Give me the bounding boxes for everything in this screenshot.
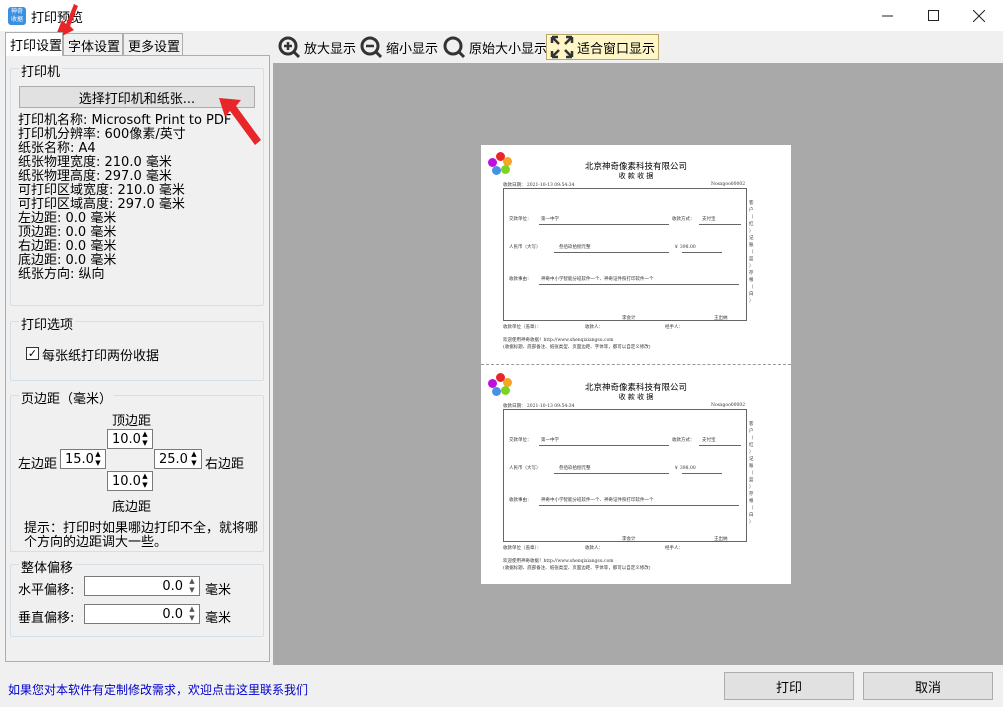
receipt-footer: 欢迎使用神奇收据！http://www.shenqixiangsu.com xyxy=(503,559,614,564)
right-margin-spinner[interactable]: 25.0 ▲ ▼ xyxy=(154,449,202,469)
paper-width: 纸张物理宽度: 210.0 毫米 xyxy=(18,155,172,170)
fit-window-button[interactable]: 适合窗口显示 xyxy=(546,34,660,60)
right-margin-label: 右边距 xyxy=(205,457,245,472)
receipt-body: 交款单位： 第一中学 收款方式： 支付宝 人民币（大写） 叁佰玖拾捌元整 ￥ 3… xyxy=(503,188,747,321)
custom-contact-link[interactable]: 如果您对本软件有定制修改需求，欢迎点击这里联系我们 xyxy=(8,681,308,698)
maximize-button[interactable] xyxy=(910,0,956,31)
cut-line xyxy=(481,364,791,365)
actual-size-button[interactable]: 原始大小显示 xyxy=(442,34,547,60)
right-margin-info: 右边距: 0.0 毫米 xyxy=(18,239,117,254)
receipt-number: Nosxgoo00002 xyxy=(711,403,746,408)
receipt-footer: 欢迎使用神奇收据！http://www.shenqixiangsu.com xyxy=(503,338,614,343)
horizontal-offset-input[interactable]: 0.0 ▲ ▼ xyxy=(84,576,200,596)
magnifier-icon xyxy=(443,36,466,59)
top-margin-spinner[interactable]: 10.0 ▲ ▼ xyxy=(107,429,153,449)
margin-hint-line2: 个方向的边距调大一些。 xyxy=(24,535,168,550)
printer-group-title: 打印机 xyxy=(19,61,63,80)
tab-print-settings[interactable]: 打印设置 xyxy=(5,32,63,56)
receipt-footer-note: (收据标题、底部备注、纸张类型、页面边距、字体等，都可以自定义修改) xyxy=(503,345,651,350)
zoom-in-icon xyxy=(278,36,301,59)
spinner-arrows-icon[interactable]: ▲ ▼ xyxy=(187,605,197,623)
minimize-button[interactable] xyxy=(864,0,910,31)
spinner-arrows-icon[interactable]: ▲ ▼ xyxy=(187,577,197,595)
close-button[interactable] xyxy=(956,0,1002,31)
spinner-arrows-icon[interactable]: ▲ ▼ xyxy=(140,430,150,448)
spinner-arrows-icon[interactable]: ▲ ▼ xyxy=(189,450,199,468)
bottom-margin-label: 底边距 xyxy=(112,500,152,515)
offset-title: 整体偏移 xyxy=(19,557,76,576)
paper-name: 纸张名称: A4 xyxy=(18,141,96,156)
print-preview-area[interactable]: 北京神奇像素科技有限公司 收 款 收 据 收款日期： 2021-10-13 09… xyxy=(273,63,1003,665)
two-copies-checkbox[interactable]: ✓ xyxy=(26,347,39,360)
preview-page: 北京神奇像素科技有限公司 收 款 收 据 收款日期： 2021-10-13 09… xyxy=(481,145,791,584)
zoom-out-button[interactable]: 缩小显示 xyxy=(359,34,438,60)
annotation-arrow-icon xyxy=(219,98,261,145)
bottom-margin-info: 底边距: 0.0 毫米 xyxy=(18,253,117,268)
receipt-side-note: 客户（红）记账（蓝）存根（白） xyxy=(749,201,754,304)
left-margin-info: 左边距: 0.0 毫米 xyxy=(18,211,117,226)
receipt-copy-1: 北京神奇像素科技有限公司 收 款 收 据 收款日期： 2021-10-13 09… xyxy=(481,145,791,363)
zoom-in-button[interactable]: 放大显示 xyxy=(277,34,356,60)
print-options-group: 打印选项 ✓ 每张纸打印两份收据 xyxy=(10,314,264,381)
receipt-body: 交款单位： 第一中学 收款方式： 支付宝 人民币（大写） 叁佰玖拾捌元整 ￥ 3… xyxy=(503,409,747,542)
print-button[interactable]: 打印 xyxy=(724,672,854,700)
receipt-number: Nosxgoo00002 xyxy=(711,182,746,187)
margins-title: 页边距（毫米） xyxy=(19,388,115,407)
vertical-offset-unit: 毫米 xyxy=(205,611,232,626)
printer-resolution: 打印机分辨率: 600像素/英寸 xyxy=(18,127,186,142)
close-icon xyxy=(973,9,985,22)
left-margin-spinner[interactable]: 15.0 ▲ ▼ xyxy=(60,449,106,469)
paper-orientation: 纸张方向: 纵向 xyxy=(18,267,105,282)
receipt-title: 收 款 收 据 xyxy=(618,172,654,180)
maximize-icon xyxy=(927,10,939,21)
vertical-offset-input[interactable]: 0.0 ▲ ▼ xyxy=(84,604,200,624)
tab-more-settings[interactable]: 更多设置 xyxy=(123,33,183,55)
app-icon: 神奇 收据 xyxy=(8,7,26,25)
horizontal-offset-label: 水平偏移: xyxy=(18,583,75,598)
left-margin-label: 左边距 xyxy=(18,457,58,472)
minimize-icon xyxy=(881,15,893,17)
cancel-button[interactable]: 取消 xyxy=(863,672,993,700)
horizontal-offset-unit: 毫米 xyxy=(205,583,232,598)
bottom-margin-spinner[interactable]: 10.0 ▲ ▼ xyxy=(107,471,153,491)
vertical-offset-label: 垂直偏移: xyxy=(18,611,75,626)
printable-width: 可打印区域宽度: 210.0 毫米 xyxy=(18,183,185,198)
two-copies-label: 每张纸打印两份收据 xyxy=(42,349,160,364)
printable-height: 可打印区域高度: 297.0 毫米 xyxy=(18,197,185,212)
margins-group: 页边距（毫米） 顶边距 10.0 ▲ ▼ 左边距 15.0 ▲ ▼ 25.0 ▲ ▼ … xyxy=(10,388,264,552)
spinner-arrows-icon[interactable]: ▲ ▼ xyxy=(140,472,150,490)
zoom-out-icon xyxy=(360,36,383,59)
receipt-side-note: 客户（红）记账（蓝）存根（白） xyxy=(749,422,754,525)
print-options-title: 打印选项 xyxy=(19,314,76,333)
printer-name: 打印机名称: Microsoft Print to PDF xyxy=(18,113,232,128)
paper-height: 纸张物理高度: 297.0 毫米 xyxy=(18,169,172,184)
receipt-footer-note: (收据标题、底部备注、纸张类型、页面边距、字体等，都可以自定义修改) xyxy=(503,566,651,571)
receipt-copy-2: 北京神奇像素科技有限公司 收 款 收 据 收款日期： 2021-10-13 09… xyxy=(481,366,791,584)
offset-group: 整体偏移 水平偏移: 0.0 ▲ ▼ 毫米 垂直偏移: 0.0 ▲ ▼ 毫米 xyxy=(10,557,264,637)
fit-window-icon xyxy=(550,35,574,59)
preview-toolbar: 放大显示 缩小显示 原始大小显示 适合窗口显示 xyxy=(273,31,1003,63)
title-bar: 神奇 收据 打印预览 xyxy=(0,0,1003,31)
top-margin-info: 顶边距: 0.0 毫米 xyxy=(18,225,117,240)
receipt-title: 收 款 收 据 xyxy=(618,393,654,401)
top-margin-label: 顶边距 xyxy=(112,414,152,429)
spinner-arrows-icon[interactable]: ▲ ▼ xyxy=(93,450,103,468)
